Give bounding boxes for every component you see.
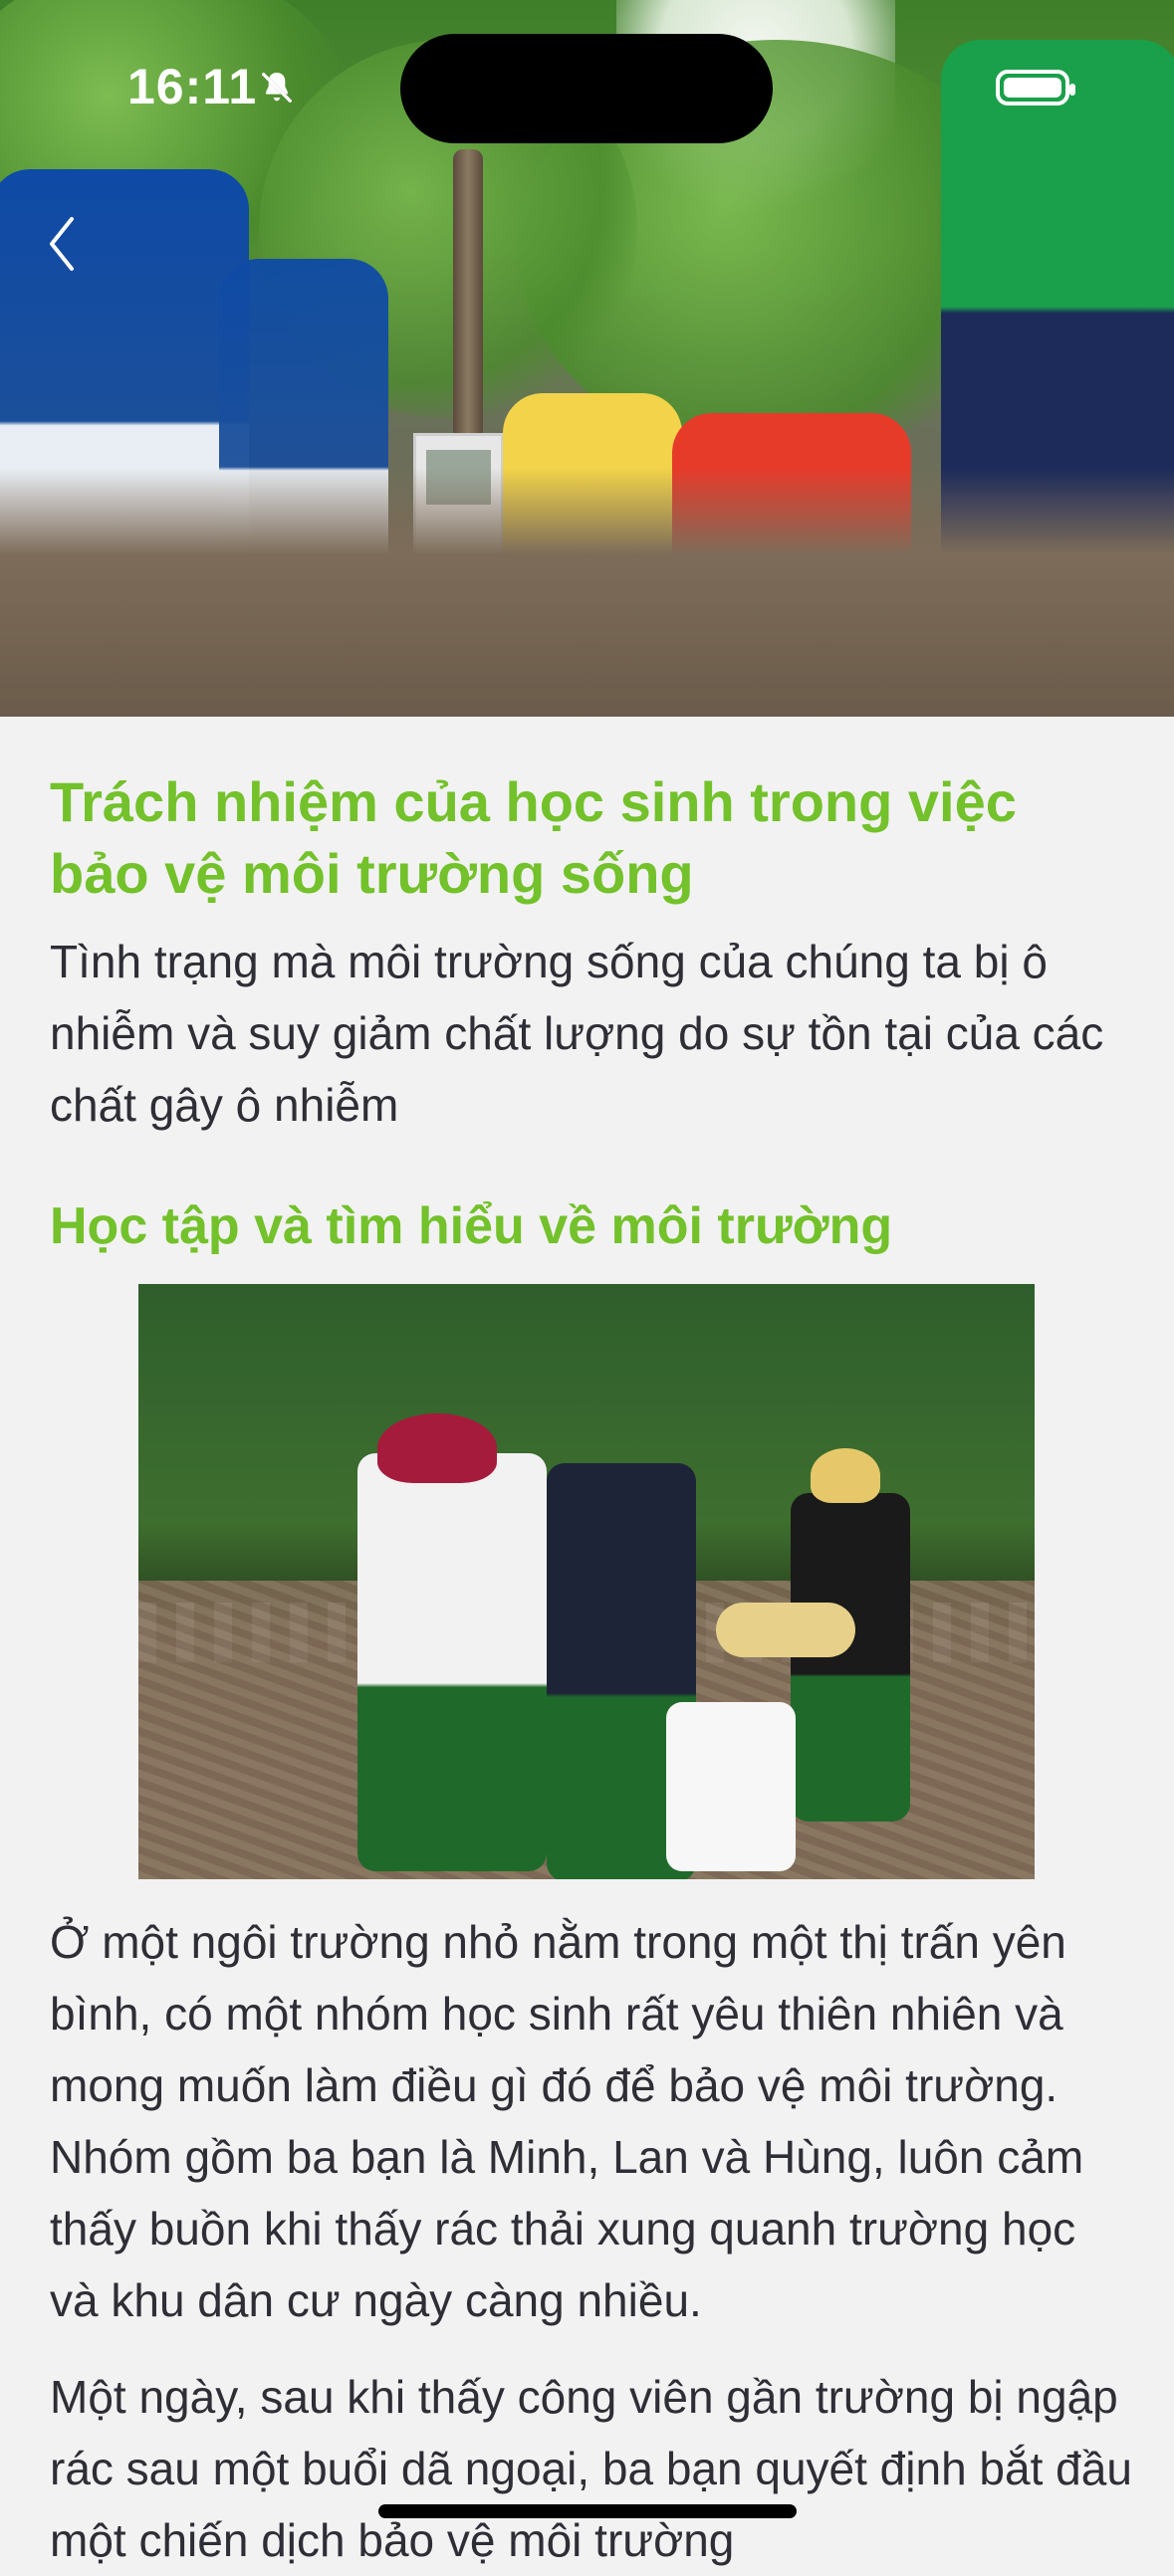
article-title: Trách nhiệm của học sinh trong việc bảo … bbox=[50, 770, 1017, 905]
article-paragraph-1: Ở một ngôi trường nhỏ nằm trong một thị … bbox=[50, 1916, 1084, 2326]
article-content: Trách nhiệm của học sinh trong việc bảo … bbox=[0, 717, 1174, 2566]
section-heading: Học tập và tìm hiểu về môi trường bbox=[50, 1197, 893, 1255]
photo-student-1 bbox=[357, 1453, 547, 1871]
battery-fill bbox=[1004, 78, 1061, 98]
status-time: 16:11 bbox=[127, 59, 258, 114]
photo-glove bbox=[716, 1603, 855, 1657]
article-intro: Tình trạng mà môi trường sống của chúng … bbox=[50, 936, 1104, 1131]
battery-tip bbox=[1069, 84, 1075, 96]
dynamic-island bbox=[400, 34, 773, 143]
hero-ground bbox=[0, 468, 1174, 717]
article-photo bbox=[138, 1284, 1035, 1879]
photo-bag bbox=[666, 1702, 796, 1871]
bell-slash-icon bbox=[261, 72, 293, 104]
photo-hat-yellow bbox=[811, 1448, 880, 1503]
back-chevron-icon[interactable] bbox=[38, 209, 88, 279]
hero-image: 16:11 bbox=[0, 0, 1174, 717]
battery-icon bbox=[996, 70, 1075, 106]
home-indicator[interactable] bbox=[378, 2504, 797, 2518]
photo-student-3 bbox=[791, 1493, 910, 1822]
photo-cap-red bbox=[377, 1413, 497, 1483]
